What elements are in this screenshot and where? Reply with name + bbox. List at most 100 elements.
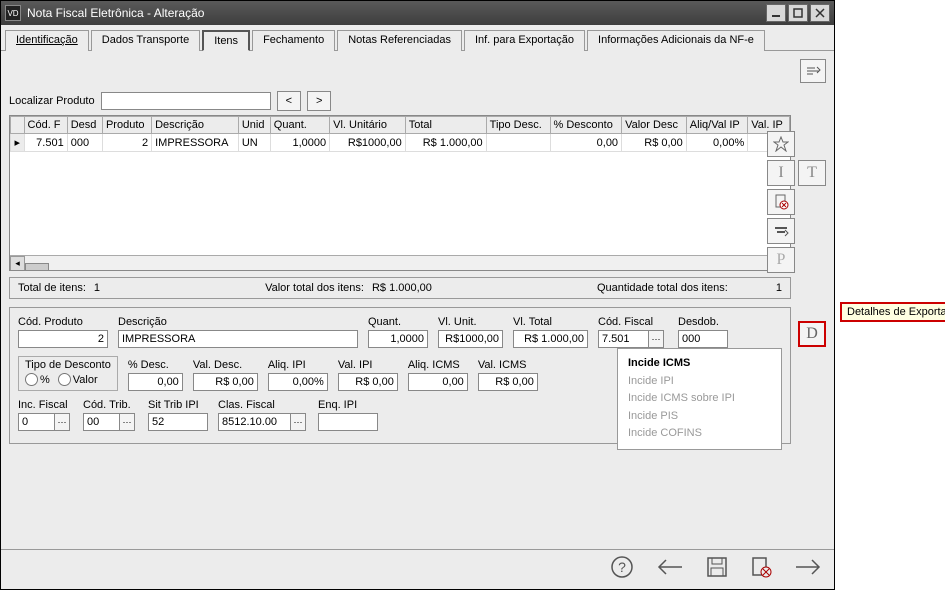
cod-trib-field[interactable] (83, 413, 119, 431)
tab-notas-ref[interactable]: Notas Referenciadas (337, 30, 462, 51)
col-pct-desc[interactable]: % Desconto (550, 117, 622, 134)
enq-ipi-field[interactable] (318, 413, 378, 431)
val-icms-field[interactable] (478, 373, 538, 391)
toggle-columns-button[interactable] (800, 59, 826, 83)
descricao-field[interactable] (118, 330, 358, 348)
back-button[interactable] (656, 557, 684, 583)
help-button[interactable]: ? (610, 555, 634, 585)
radio-percent[interactable]: % (25, 373, 50, 386)
tab-identificacao[interactable]: Identificação (5, 30, 89, 51)
delete-doc-icon (773, 194, 789, 210)
clas-fiscal-field[interactable] (218, 413, 290, 431)
table-row[interactable]: ▸ 7.501 000 2 IMPRESSORA UN 1,0000 R$100… (11, 134, 790, 152)
arrow-left-icon (656, 557, 684, 577)
tab-label: Informações Adicionais da NF-e (598, 34, 754, 46)
d-icon: D (806, 325, 818, 343)
radio-valor[interactable]: Valor (58, 373, 98, 386)
col-aliq-ipi[interactable]: Aliq/Val IP (686, 117, 747, 134)
tab-strip: Identificação Dados Transporte Itens Fec… (1, 25, 834, 51)
aliq-icms-field[interactable] (408, 373, 468, 391)
val-desc-field[interactable] (193, 373, 258, 391)
t-button[interactable]: T (798, 160, 826, 186)
vl-total-field[interactable] (513, 330, 588, 348)
cancel-button[interactable] (750, 556, 772, 584)
filter-icon (773, 225, 789, 237)
tab-inf-export[interactable]: Inf. para Exportação (464, 30, 585, 51)
tab-dados-transporte[interactable]: Dados Transporte (91, 30, 200, 51)
cod-produto-field[interactable] (18, 330, 108, 348)
search-next-button[interactable]: > (307, 91, 331, 111)
delete-item-button[interactable] (767, 189, 795, 215)
cell-cod-f: 7.501 (24, 134, 67, 152)
col-cod-f[interactable]: Cód. F (24, 117, 67, 134)
search-label: Localizar Produto (9, 95, 95, 107)
val-ipi-label: Val. IPI (338, 359, 398, 371)
vl-unit-field[interactable] (438, 330, 503, 348)
cell-pct-desc: 0,00 (550, 134, 622, 152)
pct-desc-field[interactable] (128, 373, 183, 391)
col-vl-unit[interactable]: Vl. Unitário (330, 117, 406, 134)
total-itens-value: 1 (94, 282, 100, 294)
tab-label: Dados Transporte (102, 34, 189, 46)
maximize-button[interactable] (788, 4, 808, 22)
inc-fiscal-field[interactable] (18, 413, 54, 431)
radio-valor-input[interactable] (58, 373, 71, 386)
close-button[interactable] (810, 4, 830, 22)
vl-unit-label: Vl. Unit. (438, 316, 503, 328)
tab-itens[interactable]: Itens (202, 30, 250, 51)
items-grid[interactable]: Cód. F Desd Produto Descrição Unid Quant… (9, 115, 791, 271)
filter-button[interactable] (767, 218, 795, 244)
radio-percent-label: % (40, 374, 50, 386)
cell-tipo-desc (486, 134, 550, 152)
incide-box: Incide ICMS Incide IPI Incide ICMS sobre… (617, 348, 782, 450)
i-icon: I (778, 164, 783, 182)
clas-fiscal-label: Clas. Fiscal (218, 399, 308, 411)
minimize-button[interactable] (766, 4, 786, 22)
search-input[interactable] (101, 92, 271, 110)
scroll-left-icon[interactable]: ◂ (10, 256, 25, 271)
desdob-field[interactable] (678, 330, 728, 348)
forward-button[interactable] (794, 557, 822, 583)
tab-inf-adic[interactable]: Informações Adicionais da NF-e (587, 30, 765, 51)
i-button[interactable]: I (767, 160, 795, 186)
save-button[interactable] (706, 556, 728, 584)
col-total[interactable]: Total (405, 117, 486, 134)
tab-fechamento[interactable]: Fechamento (252, 30, 335, 51)
clas-fiscal-picker[interactable]: ⋯ (290, 413, 306, 431)
star-icon (773, 136, 789, 152)
radio-percent-input[interactable] (25, 373, 38, 386)
quant-field[interactable] (368, 330, 428, 348)
col-desd[interactable]: Desd (67, 117, 102, 134)
help-icon: ? (610, 555, 634, 579)
sit-trib-ipi-field[interactable] (148, 413, 208, 431)
cod-fiscal-field[interactable] (598, 330, 648, 348)
p-button[interactable]: P (767, 247, 795, 273)
col-descricao[interactable]: Descrição (152, 117, 239, 134)
col-valor-desc[interactable]: Valor Desc (622, 117, 687, 134)
aliq-icms-label: Aliq. ICMS (408, 359, 468, 371)
cod-produto-label: Cód. Produto (18, 316, 108, 328)
cod-trib-picker[interactable]: ⋯ (119, 413, 135, 431)
val-ipi-field[interactable] (338, 373, 398, 391)
save-icon (706, 556, 728, 578)
aliq-ipi-field[interactable] (268, 373, 328, 391)
grid-hscrollbar[interactable]: ◂ ▸ (10, 255, 790, 270)
inc-fiscal-label: Inc. Fiscal (18, 399, 73, 411)
export-details-button[interactable]: D (798, 321, 826, 347)
inc-fiscal-picker[interactable]: ⋯ (54, 413, 70, 431)
valor-total-value: R$ 1.000,00 (372, 282, 432, 294)
col-tipo-desc[interactable]: Tipo Desc. (486, 117, 550, 134)
search-prev-button[interactable]: < (277, 91, 301, 111)
tab-label: Inf. para Exportação (475, 34, 574, 46)
new-item-button[interactable] (767, 131, 795, 157)
val-desc-label: Val. Desc. (193, 359, 258, 371)
tab-content: Localizar Produto < > Cód. F Desd Produt… (1, 51, 834, 549)
cod-fiscal-label: Cód. Fiscal (598, 316, 668, 328)
col-produto[interactable]: Produto (102, 117, 151, 134)
incide-icms: Incide ICMS (628, 355, 771, 373)
cell-aliq-ipi: 0,00% (686, 134, 747, 152)
col-unid[interactable]: Unid (238, 117, 270, 134)
col-quant[interactable]: Quant. (270, 117, 329, 134)
cod-fiscal-picker[interactable]: ⋯ (648, 330, 664, 348)
scroll-thumb[interactable] (25, 263, 49, 271)
